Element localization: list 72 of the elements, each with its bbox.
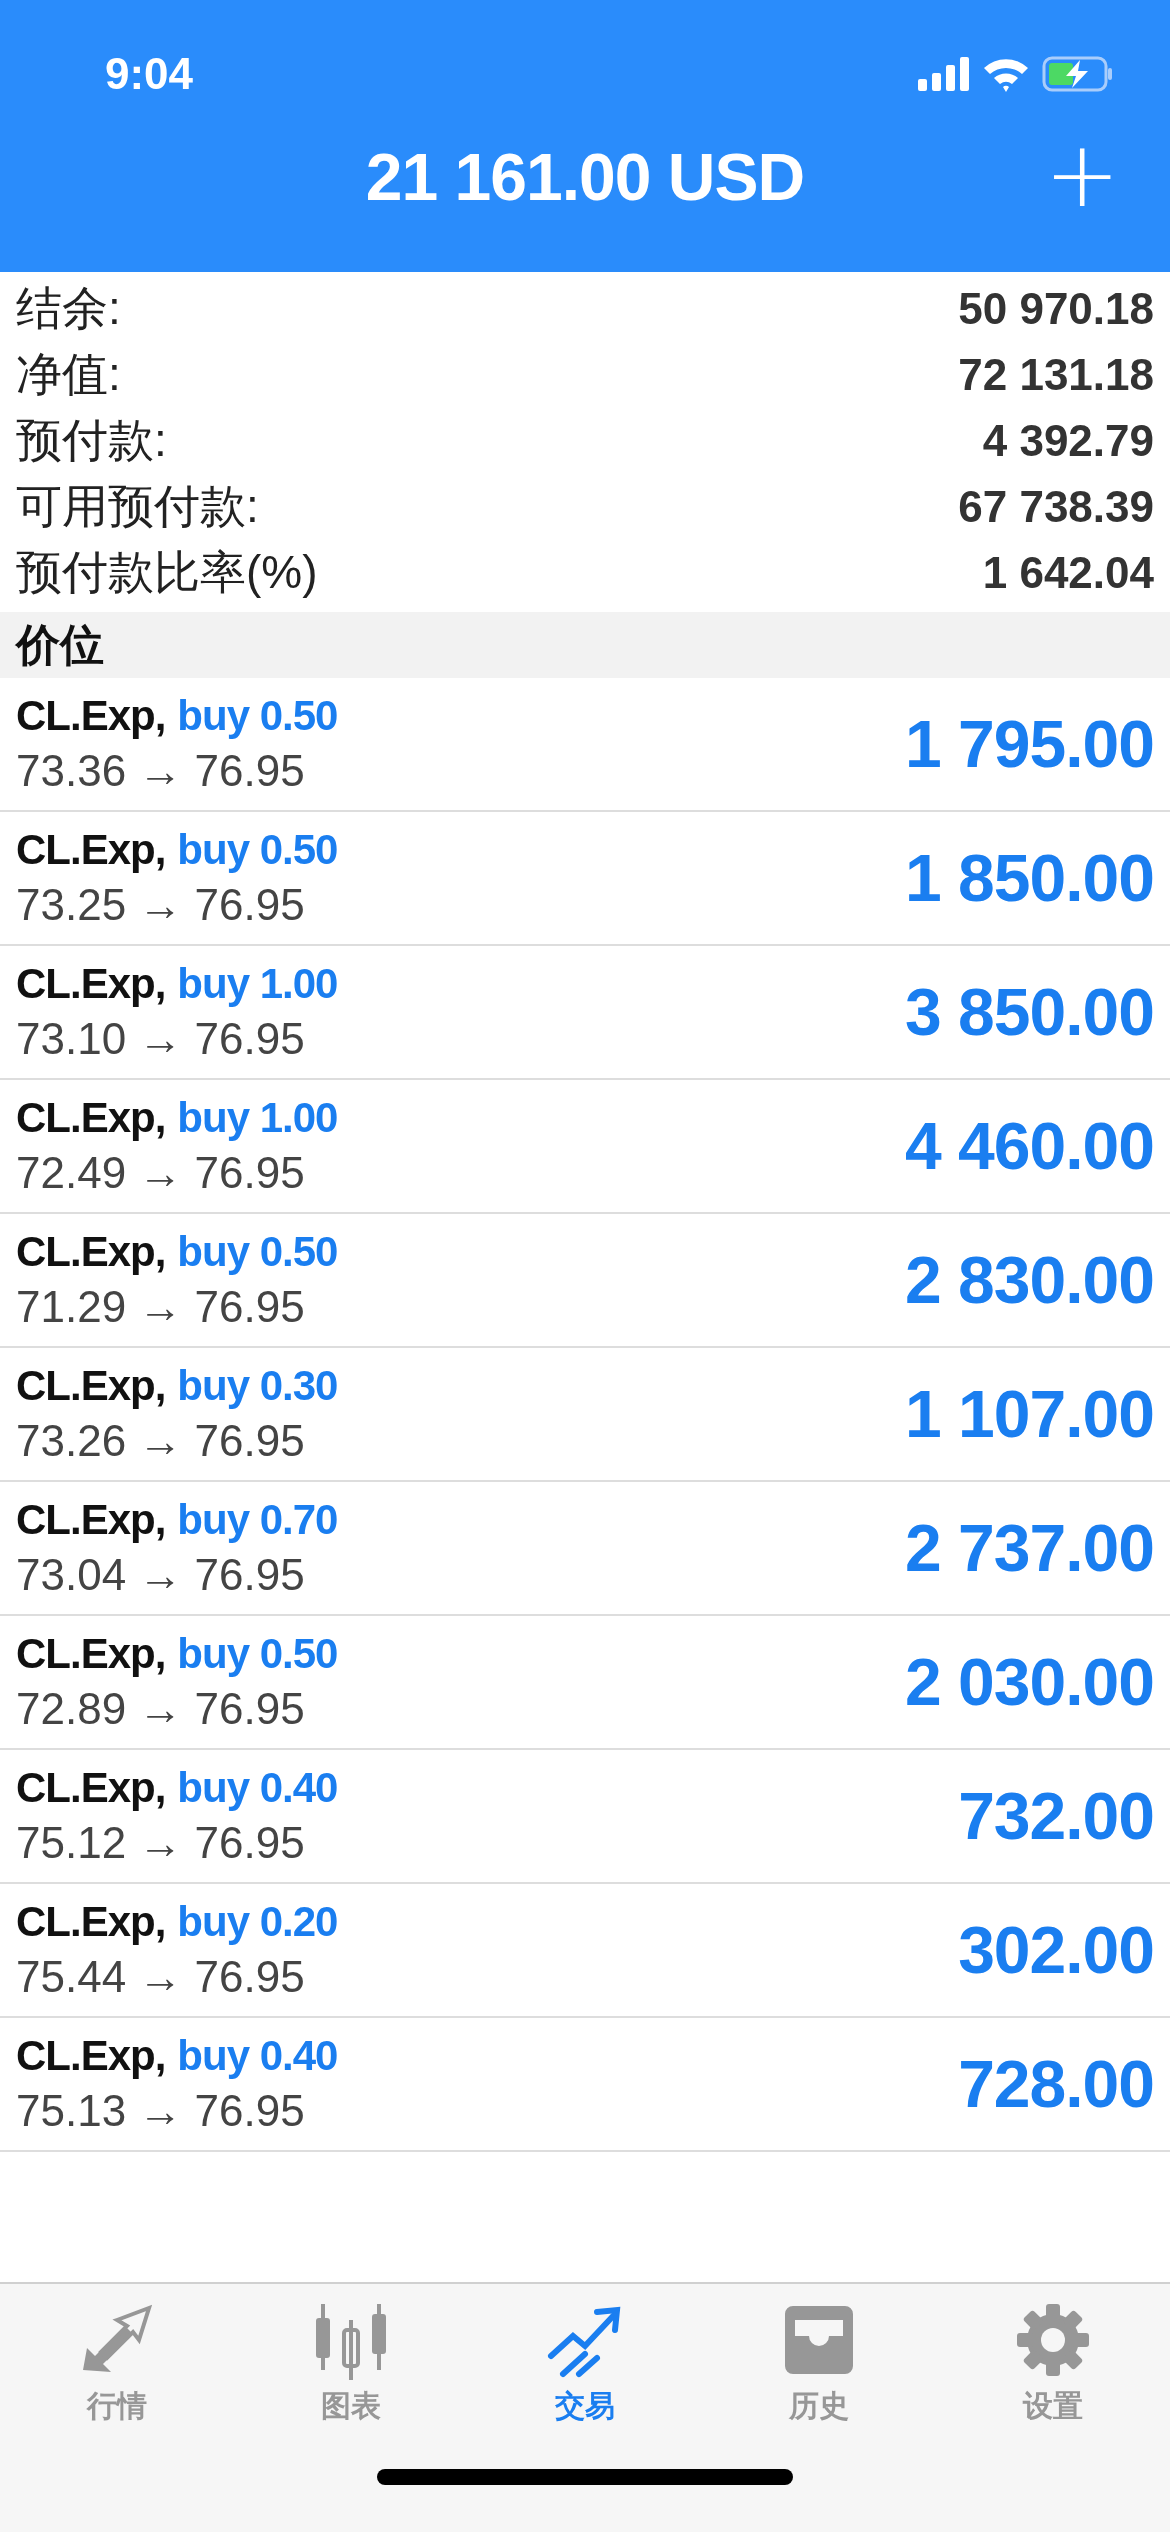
price-range: 73.10 → 76.95	[16, 1014, 306, 1064]
summary-value: 72 131.18	[958, 350, 1154, 400]
price-range: 72.89 → 76.95	[16, 1684, 306, 1734]
summary-value: 67 738.39	[958, 482, 1154, 532]
symbol-text: CL.Exp,	[16, 1898, 166, 1946]
symbol-text: CL.Exp,	[16, 1496, 166, 1544]
profit-value: 3 850.00	[905, 974, 1154, 1050]
symbol-text: CL.Exp,	[16, 960, 166, 1008]
profit-value: 2 737.00	[905, 1510, 1154, 1586]
profit-value: 2 030.00	[905, 1644, 1154, 1720]
position-row[interactable]: CL.Exp, buy 0.70 73.04 → 76.95 2 737.00	[0, 1482, 1170, 1616]
summary-value: 4 392.79	[982, 416, 1154, 466]
summary-label: 结余:	[16, 281, 121, 336]
price-range: 73.25 → 76.95	[16, 880, 306, 930]
profit-value: 1 107.00	[905, 1376, 1154, 1452]
balance-title: 21 161.00 USD	[365, 139, 805, 215]
symbol-text: CL.Exp,	[16, 826, 166, 874]
symbol-text: CL.Exp,	[16, 1630, 166, 1678]
symbol-text: CL.Exp,	[16, 1094, 166, 1142]
order-side: buy 0.40	[177, 1764, 338, 1812]
price-range: 75.44 → 76.95	[16, 1952, 306, 2002]
price-range: 73.36 → 76.95	[16, 746, 306, 796]
price-range: 73.04 → 76.95	[16, 1550, 306, 1600]
summary-label: 预付款:	[16, 413, 167, 468]
profit-value: 302.00	[958, 1912, 1154, 1988]
profit-value: 728.00	[958, 2046, 1154, 2122]
order-side: buy 1.00	[177, 1094, 338, 1142]
summary-label: 净值:	[16, 347, 121, 402]
battery-icon	[1042, 56, 1114, 92]
order-side: buy 0.50	[177, 1630, 338, 1678]
symbol-text: CL.Exp,	[16, 1228, 166, 1276]
position-row[interactable]: CL.Exp, buy 1.00 73.10 → 76.95 3 850.00	[0, 946, 1170, 1080]
position-row[interactable]: CL.Exp, buy 0.50 71.29 → 76.95 2 830.00	[0, 1214, 1170, 1348]
profit-value: 4 460.00	[905, 1108, 1154, 1184]
signal-icon	[918, 57, 970, 91]
order-side: buy 0.50	[177, 826, 338, 874]
wifi-icon	[982, 56, 1030, 92]
profit-value: 1 850.00	[905, 840, 1154, 916]
price-range: 71.29 → 76.95	[16, 1282, 306, 1332]
price-range: 73.26 → 76.95	[16, 1416, 306, 1466]
order-side: buy 0.50	[177, 1228, 338, 1276]
summary-label: 可用预付款:	[16, 479, 259, 534]
symbol-text: CL.Exp,	[16, 692, 166, 740]
tab-item[interactable]: 交易	[505, 2300, 665, 2427]
summary-label: 预付款比率(%)	[16, 545, 318, 600]
order-side: buy 0.50	[177, 692, 338, 740]
order-side: buy 0.70	[177, 1496, 338, 1544]
price-range: 72.49 → 76.95	[16, 1148, 306, 1198]
order-side: buy 0.40	[177, 2032, 338, 2080]
profit-value: 2 830.00	[905, 1242, 1154, 1318]
section-title: 价位	[16, 618, 104, 671]
position-row[interactable]: CL.Exp, buy 0.50 73.36 → 76.95 1 795.00	[0, 678, 1170, 812]
position-row[interactable]: CL.Exp, buy 0.50 72.89 → 76.95 2 030.00	[0, 1616, 1170, 1750]
profit-value: 732.00	[958, 1778, 1154, 1854]
summary-value: 50 970.18	[958, 284, 1154, 334]
position-row[interactable]: CL.Exp, buy 0.20 75.44 → 76.95 302.00	[0, 1884, 1170, 2018]
symbol-text: CL.Exp,	[16, 1764, 166, 1812]
symbol-text: CL.Exp,	[16, 1362, 166, 1410]
price-range: 75.12 → 76.95	[16, 1818, 306, 1868]
position-row[interactable]: CL.Exp, buy 0.40 75.13 → 76.95 728.00	[0, 2018, 1170, 2152]
order-side: buy 0.30	[177, 1362, 338, 1410]
position-row[interactable]: CL.Exp, buy 1.00 72.49 → 76.95 4 460.00	[0, 1080, 1170, 1214]
order-side: buy 1.00	[177, 960, 338, 1008]
price-range: 75.13 → 76.95	[16, 2086, 306, 2136]
symbol-text: CL.Exp,	[16, 2032, 166, 2080]
position-row[interactable]: CL.Exp, buy 0.40 75.12 → 76.95 732.00	[0, 1750, 1170, 1884]
status-time: 9:04	[105, 49, 194, 99]
order-side: buy 0.20	[177, 1898, 338, 1946]
position-row[interactable]: CL.Exp, buy 0.50 73.25 → 76.95 1 850.00	[0, 812, 1170, 946]
position-row[interactable]: CL.Exp, buy 0.30 73.26 → 76.95 1 107.00	[0, 1348, 1170, 1482]
summary-value: 1 642.04	[982, 548, 1154, 598]
profit-value: 1 795.00	[905, 706, 1154, 782]
